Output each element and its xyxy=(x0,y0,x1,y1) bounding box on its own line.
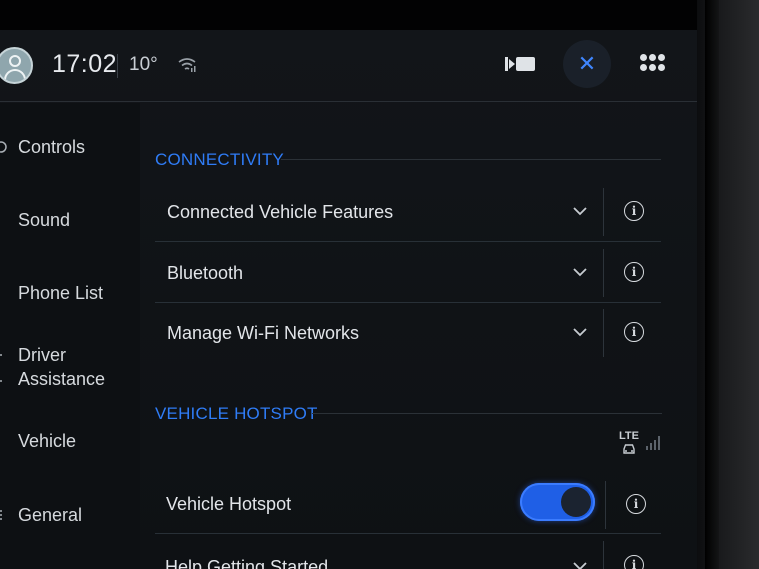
section-title-connectivity: CONNECTIVITY xyxy=(155,150,284,169)
phone-icon xyxy=(0,285,4,301)
apps-grid-icon[interactable] xyxy=(640,54,666,72)
chevron-down-icon[interactable] xyxy=(571,557,589,569)
sidebar-item-general[interactable]: General xyxy=(0,503,140,527)
sidebar-item-label: Driver Assistance xyxy=(18,345,106,389)
section-title-vehicle-hotspot: VEHICLE HOTSPOT xyxy=(155,404,318,423)
sidebar-item-sound[interactable]: Sound xyxy=(0,208,140,232)
chevron-down-icon[interactable] xyxy=(571,323,589,341)
sidebar-item-label: Phone List xyxy=(18,283,104,303)
toggle-knob xyxy=(561,487,591,517)
section-divider xyxy=(281,159,661,160)
sidebar-item-label: Vehicle xyxy=(18,431,77,451)
media-icon[interactable] xyxy=(505,55,535,73)
screen-bezel-top xyxy=(0,0,759,30)
row-divider xyxy=(605,481,606,529)
sidebar-item-label: General xyxy=(18,505,83,525)
row-label: Vehicle Hotspot xyxy=(166,494,292,514)
sound-icon xyxy=(0,211,4,229)
setting-row-help-getting-started[interactable]: Help Getting Started i xyxy=(155,535,661,569)
sidebar-item-label: Controls xyxy=(18,137,86,157)
chevron-down-icon[interactable] xyxy=(571,202,589,220)
row-label: Manage Wi-Fi Networks xyxy=(167,323,360,343)
lte-label: LTE xyxy=(619,430,639,442)
sidebar-item-label: Sound xyxy=(18,210,71,230)
sidebar-item-driver-assistance[interactable]: Driver Assistance xyxy=(0,343,140,393)
sidebar-item-phone-list[interactable]: Phone List xyxy=(0,281,140,305)
close-button[interactable]: ✕ xyxy=(563,40,611,88)
user-avatar-icon[interactable] xyxy=(0,47,33,84)
chevron-down-icon[interactable] xyxy=(571,263,589,281)
lte-signal-indicator: LTE xyxy=(618,430,664,458)
status-divider xyxy=(117,54,118,78)
screen-bezel-right xyxy=(697,0,759,569)
status-bar: 17:02 10° ✕ xyxy=(0,30,697,102)
setting-row-connected-vehicle-features[interactable]: Connected Vehicle Features i xyxy=(155,182,661,242)
car-icon xyxy=(623,444,635,454)
info-icon[interactable]: i xyxy=(624,555,644,569)
row-label: Help Getting Started xyxy=(165,557,329,569)
setting-row-vehicle-hotspot[interactable]: Vehicle Hotspot i xyxy=(155,475,661,534)
clock: 17:02 xyxy=(52,50,118,78)
driver-assistance-icon xyxy=(0,354,2,382)
info-icon[interactable]: i xyxy=(624,262,644,282)
row-divider xyxy=(603,188,604,236)
info-icon[interactable]: i xyxy=(626,494,646,514)
row-label: Connected Vehicle Features xyxy=(167,202,394,222)
infotainment-screen: 17:02 10° ✕ Controls Sound Phone List Dr… xyxy=(0,30,697,569)
row-divider xyxy=(603,309,604,357)
sidebar-item-controls[interactable]: Controls xyxy=(0,135,140,159)
info-icon[interactable]: i xyxy=(624,322,644,342)
outside-temperature: 10° xyxy=(129,54,158,75)
row-label: Bluetooth xyxy=(167,263,244,283)
general-icon xyxy=(0,510,2,520)
setting-row-bluetooth[interactable]: Bluetooth i xyxy=(155,243,661,303)
row-divider xyxy=(603,249,604,297)
sidebar-item-vehicle[interactable]: Vehicle xyxy=(0,429,140,453)
setting-row-manage-wifi-networks[interactable]: Manage Wi-Fi Networks i xyxy=(155,303,661,363)
section-divider xyxy=(312,413,662,414)
controls-icon xyxy=(0,141,7,153)
close-icon: ✕ xyxy=(577,51,597,76)
row-divider xyxy=(603,541,604,569)
wifi-icon xyxy=(178,58,196,72)
vehicle-hotspot-toggle[interactable] xyxy=(520,483,595,521)
info-icon[interactable]: i xyxy=(624,201,644,221)
settings-sidebar: Controls Sound Phone List Driver Assista… xyxy=(0,103,140,569)
